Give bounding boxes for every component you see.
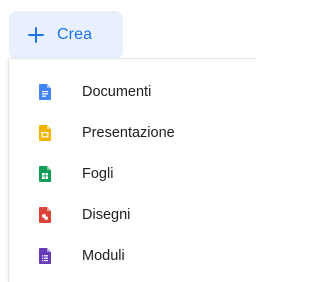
- page: Crea Documenti Presentazione Fogli Diseg…: [0, 0, 255, 282]
- menu-item-label: Moduli: [82, 247, 125, 264]
- forms-icon: [39, 247, 51, 264]
- sheets-icon: [39, 165, 51, 182]
- menu-item-presentazione[interactable]: Presentazione: [9, 112, 255, 153]
- menu-item-moduli[interactable]: Moduli: [9, 235, 255, 276]
- drawings-icon: [39, 206, 51, 223]
- menu-item-label: Presentazione: [82, 124, 175, 141]
- slides-icon: [39, 124, 51, 141]
- menu-item-fogli[interactable]: Fogli: [9, 153, 255, 194]
- menu-item-label: Documenti: [82, 83, 152, 100]
- create-button-label: Crea: [57, 26, 93, 43]
- create-button[interactable]: Crea: [9, 11, 123, 59]
- menu-item-label: Fogli: [82, 165, 114, 182]
- menu-item-documenti[interactable]: Documenti: [9, 71, 255, 112]
- docs-icon: [39, 83, 51, 100]
- menu-item-label: Disegni: [82, 206, 131, 223]
- plus-icon: [27, 26, 45, 44]
- menu-item-disegni[interactable]: Disegni: [9, 194, 255, 235]
- create-menu: Documenti Presentazione Fogli Disegni Mo…: [9, 59, 255, 276]
